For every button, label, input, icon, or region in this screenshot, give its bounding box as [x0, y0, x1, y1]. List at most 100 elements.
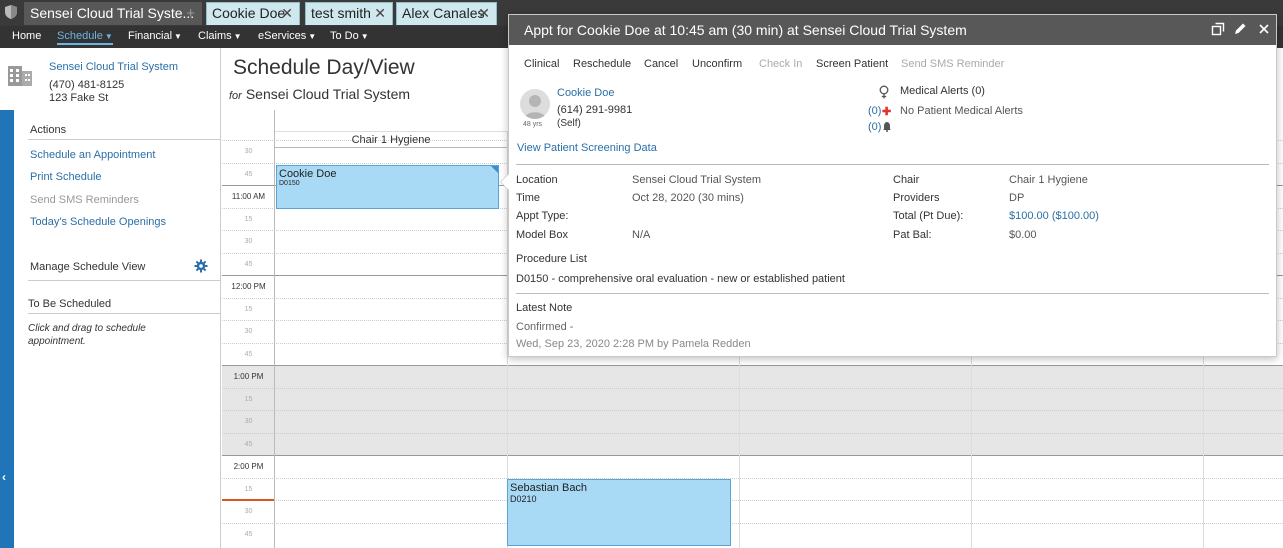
procedure-item: D0150 - comprehensive oral evaluation - …	[516, 273, 845, 285]
page-title: Schedule Day/View	[233, 56, 415, 79]
tab-patient-alex-canales[interactable]: Alex Canales ✕	[396, 2, 497, 25]
appointment-procedure-code: D0150	[279, 180, 300, 187]
shield-icon	[5, 5, 17, 19]
unconfirm-action[interactable]: Unconfirm	[692, 58, 742, 70]
screen-patient-action[interactable]: Screen Patient	[816, 58, 888, 70]
chevron-down-icon: ▼	[308, 32, 317, 41]
gear-icon[interactable]	[194, 259, 208, 273]
office-address: 123 Fake St	[49, 92, 109, 104]
to-be-scheduled-title: To Be Scheduled	[28, 298, 112, 310]
detail-label-model-box: Model Box	[516, 229, 568, 241]
divider	[28, 313, 220, 314]
tab-patient-cookie-doe[interactable]: Cookie Doe ✕	[206, 2, 300, 25]
office-name-link[interactable]: Sensei Cloud Trial System	[49, 61, 178, 73]
screening-data-link[interactable]: View Patient Screening Data	[517, 142, 657, 154]
nav-eservices[interactable]: eServices ▼	[258, 30, 316, 42]
office-phone: (470) 481-8125	[49, 79, 125, 91]
sidebar-collapse-strip[interactable]: ‹	[0, 110, 14, 548]
new-tab-plus-icon[interactable]: +	[186, 3, 195, 24]
current-time-indicator	[222, 499, 274, 501]
detail-label-providers: Providers	[893, 192, 940, 204]
tab-patient-test-smith[interactable]: test smith ✕	[305, 2, 393, 25]
edit-pencil-icon[interactable]	[1233, 22, 1247, 36]
actions-title: Actions	[30, 124, 67, 136]
female-icon	[879, 85, 889, 99]
patient-phone: (614) 291-9981	[557, 104, 633, 116]
nav-todo[interactable]: To Do ▼	[330, 30, 369, 42]
cancel-action[interactable]: Cancel	[644, 58, 678, 70]
close-tab-icon[interactable]: ✕	[374, 3, 386, 24]
chevron-down-icon: ▼	[233, 32, 242, 41]
nav-schedule[interactable]: Schedule ▼	[57, 30, 113, 45]
nav-claims[interactable]: Claims ▼	[198, 30, 242, 42]
appointment-block-cookie-doe[interactable]: Cookie Doe D0150	[276, 165, 499, 209]
print-schedule-link[interactable]: Print Schedule	[30, 171, 102, 183]
time-slot-row[interactable]: 15	[222, 387, 1283, 410]
medical-alerts-title: Medical Alerts (0)	[900, 85, 985, 97]
sidebar-actions: Actions Schedule an Appointment Print Sc…	[14, 110, 221, 548]
reminder-count-link[interactable]: (0)	[868, 121, 881, 133]
tab-patient-label: Cookie Doe	[212, 5, 286, 21]
nav-financial[interactable]: Financial ▼	[128, 30, 182, 42]
reschedule-action[interactable]: Reschedule	[573, 58, 631, 70]
time-slot-row[interactable]: 15	[222, 477, 1283, 501]
column-header-chair-1: Chair 1 Hygiene	[275, 131, 507, 148]
nav-home[interactable]: Home	[12, 30, 41, 42]
no-alerts-text: No Patient Medical Alerts	[900, 105, 1023, 117]
send-sms-reminders-link: Send SMS Reminders	[30, 194, 139, 206]
patient-age: 48 yrs	[523, 121, 543, 128]
close-tab-icon[interactable]: ✕	[478, 3, 490, 24]
patient-relation: (Self)	[557, 118, 581, 129]
popover-arrow-inner	[501, 173, 510, 191]
divider	[516, 164, 1269, 165]
divider	[28, 280, 220, 281]
appointment-popover: Appt for Cookie Doe at 10:45 am (30 min)…	[500, 14, 1277, 357]
chevron-down-icon: ▼	[360, 32, 369, 41]
patient-name-link[interactable]: Cookie Doe	[557, 87, 614, 99]
latest-note-meta: Wed, Sep 23, 2020 2:28 PM by Pamela Redd…	[516, 338, 751, 350]
detail-value-model-box: N/A	[632, 229, 651, 241]
detail-label-total: Total (Pt Due):	[893, 210, 964, 222]
manage-schedule-view-title: Manage Schedule View	[30, 261, 146, 273]
detail-value-time: Oct 28, 2020 (30 mins)	[632, 192, 744, 204]
schedule-appointment-link[interactable]: Schedule an Appointment	[30, 149, 155, 161]
patient-avatar	[520, 89, 550, 119]
detail-value-total-link[interactable]: $100.00 ($100.00)	[1009, 210, 1099, 222]
divider	[28, 139, 220, 140]
medical-cross-icon: ✚	[882, 106, 892, 118]
page-subtitle: for Sensei Cloud Trial System	[229, 86, 411, 102]
time-slot-row[interactable]: 1:00 PM	[222, 365, 1283, 388]
popout-window-icon[interactable]	[1211, 22, 1225, 36]
send-sms-reminder-action: Send SMS Reminder	[901, 58, 1005, 70]
divider	[516, 293, 1269, 294]
appointment-procedure-code: D0210	[510, 494, 537, 504]
chevron-down-icon: ▼	[174, 32, 182, 41]
time-slot-row[interactable]: 30	[222, 500, 1283, 523]
appointment-block-sebastian-bach[interactable]: Sebastian Bach D0210	[507, 479, 731, 546]
close-tab-icon[interactable]: ✕	[281, 3, 293, 24]
detail-label-time: Time	[516, 192, 541, 204]
time-slot-row[interactable]: 45	[222, 432, 1283, 455]
tab-patient-label: test smith	[311, 5, 371, 21]
detail-label-location: Location	[516, 174, 558, 186]
tab-main-label: Sensei Cloud Trial Syste...	[30, 5, 195, 21]
building-icon	[8, 66, 32, 86]
popover-header: Appt for Cookie Doe at 10:45 am (30 min)…	[509, 15, 1276, 45]
time-slot-row[interactable]: 30	[222, 410, 1283, 433]
detail-value-pat-bal: $0.00	[1009, 229, 1037, 241]
clinical-action[interactable]: Clinical	[524, 58, 559, 70]
detail-value-providers: DP	[1009, 192, 1025, 204]
time-slot-row[interactable]: 45	[222, 522, 1283, 546]
close-icon[interactable]	[1257, 22, 1271, 36]
appointment-patient-name: Cookie Doe	[279, 168, 337, 180]
appointment-corner-marker	[491, 166, 498, 173]
popover-title: Appt for Cookie Doe at 10:45 am (30 min)…	[524, 22, 967, 38]
time-slot-row[interactable]: 2:00 PM	[222, 455, 1283, 478]
detail-label-appt-type: Appt Type:	[516, 210, 569, 222]
chevron-left-icon[interactable]: ‹	[2, 470, 6, 484]
medical-alert-count-link[interactable]: (0)	[868, 105, 881, 117]
check-in-action: Check In	[759, 58, 803, 70]
latest-note-text: Confirmed -	[516, 321, 574, 333]
tab-main-office[interactable]: Sensei Cloud Trial Syste... +	[24, 2, 202, 25]
schedule-openings-link[interactable]: Today's Schedule Openings	[30, 216, 166, 228]
